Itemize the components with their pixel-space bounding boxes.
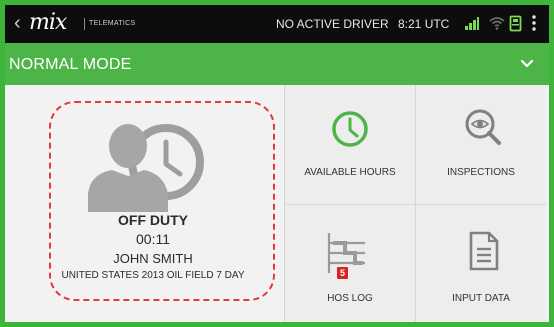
- tile-label: AVAILABLE HOURS: [304, 167, 396, 178]
- duty-status-label: OFF DUTY: [118, 212, 188, 228]
- tile-input-data[interactable]: INPUT DATA: [415, 205, 546, 322]
- hos-log-icon: [327, 233, 365, 273]
- driver-name: JOHN SMITH: [113, 251, 193, 266]
- tile-label: HOS LOG: [327, 293, 373, 304]
- tile-available-hours[interactable]: AVAILABLE HOURS: [284, 85, 415, 205]
- tile-label: INPUT DATA: [452, 293, 510, 304]
- logo-subtext: TELEMATICS: [89, 20, 136, 27]
- status-time: 8:21 UTC: [398, 17, 450, 31]
- driver-clock-icon: [88, 124, 204, 212]
- logo-divider: [84, 18, 85, 30]
- tile-hos-log[interactable]: 5 HOS LOG: [284, 205, 415, 322]
- signal-icon: [465, 17, 479, 30]
- app-logo: mix: [29, 10, 67, 35]
- mode-title: NORMAL MODE: [9, 56, 132, 73]
- hos-ruleset: UNITED STATES 2013 OIL FIELD 7 DAY: [61, 270, 245, 281]
- clock-icon: [332, 111, 368, 147]
- duty-time: 00:11: [136, 231, 170, 247]
- hos-log-badge: 5: [337, 267, 348, 279]
- driver-status-panel[interactable]: OFF DUTY 00:11 JOHN SMITH UNITED STATES …: [5, 85, 283, 322]
- wifi-icon: [489, 17, 505, 30]
- dashboard-content: OFF DUTY 00:11 JOHN SMITH UNITED STATES …: [5, 85, 549, 322]
- back-chevron-icon[interactable]: ‹: [14, 12, 21, 34]
- app-frame: ‹ mix TELEMATICS NO ACTIVE DRIVER 8:21 U…: [0, 0, 554, 327]
- active-driver-status: NO ACTIVE DRIVER: [276, 17, 389, 31]
- document-icon: [469, 231, 499, 271]
- tile-label: INSPECTIONS: [447, 167, 515, 178]
- mode-bar[interactable]: NORMAL MODE: [5, 43, 549, 85]
- status-bar: ‹ mix TELEMATICS NO ACTIVE DRIVER 8:21 U…: [5, 5, 549, 43]
- inspection-eye-icon: [465, 109, 501, 145]
- overflow-menu-icon[interactable]: [531, 14, 537, 32]
- tile-inspections[interactable]: INSPECTIONS: [415, 85, 546, 205]
- fuel-pump-icon: [509, 15, 522, 32]
- chevron-down-icon[interactable]: [520, 59, 534, 69]
